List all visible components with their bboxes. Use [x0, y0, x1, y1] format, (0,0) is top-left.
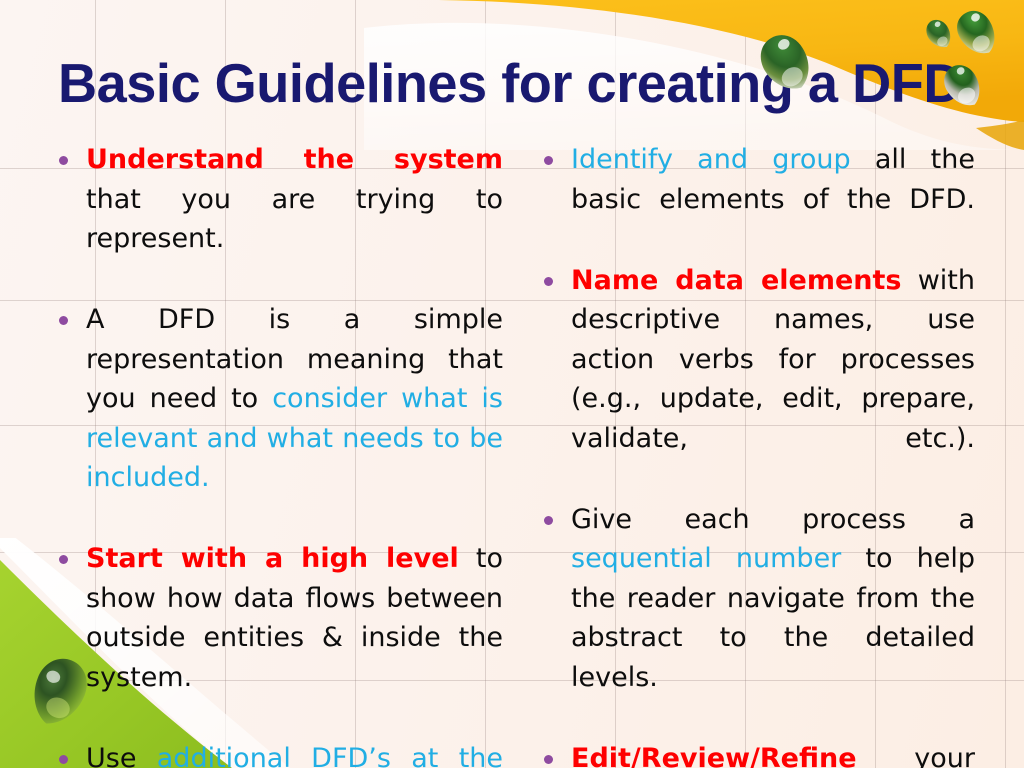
bullet-item-dfd-is-simple-representation: A DFD is a simple representation meaning…	[48, 300, 503, 537]
droplet-medium-upper-icon	[955, 8, 999, 58]
bullet-text: Give each process a sequential number to…	[571, 504, 975, 693]
bullet-item-edit-review-refine: Edit/Review/Refine your DFD to make it e…	[533, 739, 975, 768]
bullet-text: Use additional DFD’s at the detailed lev…	[86, 743, 503, 768]
right-column: Identify and group all the basic element…	[533, 140, 975, 768]
bullet-item-name-data-elements: Name data elements with descriptive name…	[533, 261, 975, 498]
bullet-item-use-additional-dfds: Use additional DFD’s at the detailed lev…	[48, 739, 503, 768]
bullet-text: Start with a high level to show how data…	[86, 543, 503, 693]
bullet-item-understand-the-system: Understand the system that you are tryin…	[48, 140, 503, 298]
text-run-red: Start with a high level	[86, 543, 459, 574]
slide-body: Understand the system that you are tryin…	[0, 140, 1024, 768]
droplet-small-upper-icon	[925, 18, 953, 50]
text-run-cyan: Identify and group	[571, 144, 851, 175]
text-run-red: Understand the system	[86, 144, 503, 175]
bullet-text: Name data elements with descriptive name…	[571, 265, 975, 454]
bullet-item-give-each-process-sequential-number: Give each process a sequential number to…	[533, 500, 975, 737]
bullet-text: Edit/Review/Refine your DFD to make it e…	[571, 743, 975, 768]
left-bullet-list: Understand the system that you are tryin…	[48, 140, 503, 768]
bullet-text: A DFD is a simple representation meaning…	[86, 304, 503, 493]
text-run-black: Use	[86, 742, 157, 768]
page-title: Basic Guidelines for creating a DFD	[58, 52, 962, 114]
text-run-black: that you are trying to represent.	[86, 183, 503, 255]
right-bullet-list: Identify and group all the basic element…	[533, 140, 975, 768]
text-run-red: Name data elements	[571, 264, 902, 296]
bullet-text: Identify and group all the basic element…	[571, 144, 975, 215]
text-run-cyan: sequential number	[571, 543, 842, 574]
left-column: Understand the system that you are tryin…	[48, 140, 503, 768]
bullet-item-start-with-a-high-level: Start with a high level to show how data…	[48, 539, 503, 737]
text-run-black: Give each process a	[571, 503, 975, 535]
bullet-text: Understand the system that you are tryin…	[86, 144, 503, 254]
presentation-slide: Basic Guidelines for creating a DFD Unde…	[0, 0, 1024, 768]
text-run-red: Edit/Review/Refine	[571, 742, 857, 768]
bullet-item-identify-and-group: Identify and group all the basic element…	[533, 140, 975, 259]
